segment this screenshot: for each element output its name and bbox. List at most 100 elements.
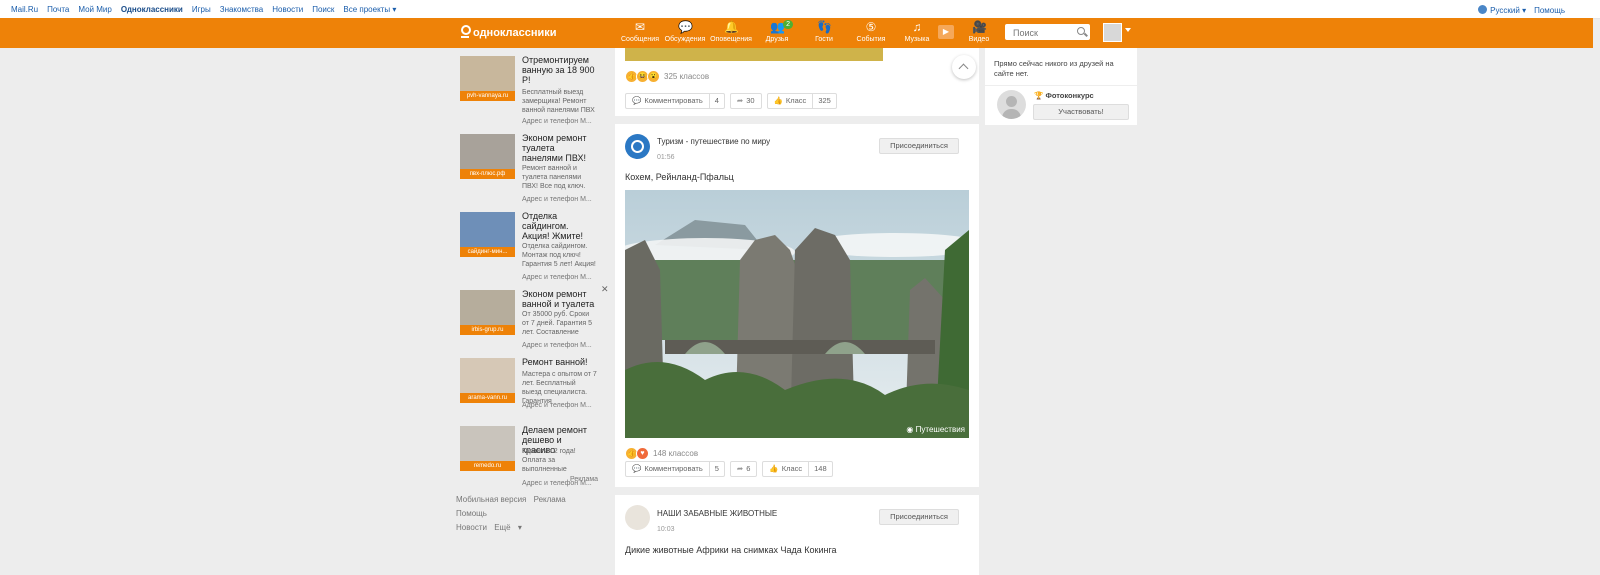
ad-text: От 35000 руб. Сроки от 7 дней. Гарантия … (522, 311, 593, 336)
ad-thumbnail[interactable]: remedo.ru (460, 426, 515, 471)
ad-item[interactable]: arama-vann.ru Ремонт ванной! Мастера с о… (460, 357, 600, 429)
ad-title[interactable]: Ремонт ванной! (522, 357, 597, 367)
portal-link-games[interactable]: Игры (192, 5, 211, 14)
share-arrow-icon: ➦ (736, 96, 744, 105)
comment-icon: 💬 (632, 96, 642, 105)
post-image[interactable] (625, 48, 883, 61)
portal-link-search[interactable]: Поиск (312, 5, 334, 14)
like-button[interactable]: 👍 Класс 148 (762, 461, 833, 477)
main-header: одноклассники ✉ Сообщения 💬 Обсуждения 🔔… (0, 18, 1593, 48)
portal-link-news[interactable]: Новости (272, 5, 303, 14)
portal-link-all-projects[interactable]: Все проекты ▾ (343, 5, 396, 14)
portal-link-myworld[interactable]: Мой Мир (78, 5, 111, 14)
love-reaction-icon: ♥ (636, 447, 649, 460)
footer-link-news[interactable]: Новости (456, 523, 487, 532)
photo-contest-link[interactable]: 🏆 Фотоконкурс (1034, 91, 1094, 100)
ad-item[interactable]: сайдинг-мин... Отделка сайдингом. Акция!… (460, 206, 600, 284)
chevron-down-icon: ▾ (392, 5, 397, 14)
nav-friends[interactable]: 👥 2 Друзья (755, 20, 799, 43)
post-time: 01:56 (657, 154, 675, 161)
reactions-summary[interactable]: 👍 😆 😮 325 классов (625, 70, 709, 83)
comment-button[interactable]: 💬 Комментировать 5 (625, 461, 725, 477)
user-avatar[interactable] (1103, 23, 1122, 42)
ad-contacts-link[interactable]: Адрес и телефон М... (522, 196, 592, 203)
ad-domain[interactable]: pvh-vannaya.ru (460, 91, 515, 101)
nav-discussions[interactable]: 💬 Обсуждения (663, 21, 707, 43)
ad-text: Ремонт ванной и туалета панелями ПВХ! Вс… (522, 165, 586, 190)
ad-contacts-link[interactable]: Адрес и телефон М... (522, 402, 592, 409)
like-button[interactable]: 👍 Класс 325 (766, 93, 837, 109)
like-count: 325 (812, 94, 836, 108)
footer-link-more[interactable]: Ещё ▾ (494, 523, 527, 532)
portal-link-mailru[interactable]: Mail.Ru (11, 5, 38, 14)
group-name[interactable]: Туризм - путешествие по миру (657, 137, 770, 146)
nav-video[interactable]: 🎥 Видео (957, 21, 1001, 43)
play-icon[interactable]: ▶ (938, 25, 954, 39)
ad-item[interactable]: pvh-vannaya.ru Отремонтируем ванную за 1… (460, 50, 600, 128)
join-button[interactable]: Присоединиться (879, 138, 959, 154)
help-link[interactable]: Помощь (1534, 6, 1565, 15)
post-image[interactable]: ◉ Путешествия (625, 190, 969, 438)
ad-domain[interactable]: remedo.ru (460, 461, 515, 471)
ad-domain[interactable]: сайдинг-мин... (460, 247, 515, 257)
scroll-to-top-button[interactable] (952, 55, 976, 79)
ad-title[interactable]: Отделка сайдингом. Акция! Жмите! (522, 211, 597, 241)
portal-link-dating[interactable]: Знакомства (220, 5, 264, 14)
envelope-icon: ✉ (634, 20, 646, 34)
ad-title[interactable]: Отремонтируем ванную за 18 900 Р! (522, 55, 597, 85)
share-button[interactable]: ➦ 6 (729, 461, 758, 477)
music-note-icon: ♫ (912, 20, 922, 34)
participate-button[interactable]: Участвовать! (1033, 104, 1129, 120)
ad-contacts-link[interactable]: Адрес и телефон М... (522, 342, 592, 349)
like-label: Класс (785, 96, 807, 105)
portal-bar: Mail.Ru Почта Мой Мир Одноклассники Игры… (0, 0, 1600, 19)
ad-contacts-link[interactable]: Адрес и телефон М... (522, 118, 592, 125)
ad-thumbnail[interactable]: pvh-vannaya.ru (460, 56, 515, 101)
join-button[interactable]: Присоединиться (879, 509, 959, 525)
chevron-down-icon[interactable] (1125, 28, 1131, 32)
friends-online-text: Прямо сейчас никого из друзей на сайте н… (994, 59, 1114, 78)
nav-guests[interactable]: 👣 Гости (802, 21, 846, 43)
language-selector[interactable]: Русский ▾ (1478, 5, 1526, 15)
ad-domain[interactable]: arama-vann.ru (460, 393, 515, 403)
nav-messages[interactable]: ✉ Сообщения (618, 21, 662, 43)
footer-link-mobile[interactable]: Мобильная версия (456, 495, 526, 504)
group-name[interactable]: НАШИ ЗАБАВНЫЕ ЖИВОТНЫЕ (657, 509, 777, 518)
portal-link-ok[interactable]: Одноклассники (121, 5, 183, 14)
portal-link-mail[interactable]: Почта (47, 5, 69, 14)
wow-reaction-icon: 😮 (647, 70, 660, 83)
group-avatar[interactable] (625, 505, 650, 530)
ad-title[interactable]: Эконом ремонт туалета панелями ПВХ! (522, 133, 597, 163)
ad-thumbnail[interactable]: пвх-плюс.рф (460, 134, 515, 179)
like-count: 148 (808, 462, 832, 476)
search-input[interactable] (1011, 25, 1080, 41)
ad-thumbnail[interactable]: irbis-grup.ru (460, 290, 515, 335)
nav-events[interactable]: ⑤ События (849, 21, 893, 43)
nav-music[interactable]: ♫ Музыка (895, 21, 939, 43)
nav-label: Сообщения (621, 36, 659, 43)
ad-domain[interactable]: irbis-grup.ru (460, 325, 515, 335)
ad-title[interactable]: Эконом ремонт ванной и туалета (522, 289, 597, 309)
classes-count: 325 классов (664, 72, 710, 81)
close-icon[interactable]: ✕ (601, 284, 609, 295)
ad-thumbnail[interactable]: сайдинг-мин... (460, 212, 515, 257)
comment-button[interactable]: 💬 Комментировать 4 (625, 93, 725, 109)
comment-count: 5 (708, 462, 724, 476)
group-avatar[interactable] (625, 134, 650, 159)
search-icon[interactable] (1077, 27, 1085, 35)
ad-thumbnail[interactable]: arama-vann.ru (460, 358, 515, 403)
ad-domain[interactable]: пвх-плюс.рф (460, 169, 515, 179)
trophy-icon: 🏆 (1034, 91, 1044, 100)
reactions-summary[interactable]: 👍 ♥ 148 классов (625, 447, 698, 460)
share-arrow-icon: ➦ (736, 464, 744, 473)
chevron-down-icon: ▾ (1522, 6, 1527, 15)
ok-logo[interactable]: одноклассники (460, 25, 557, 40)
ad-item[interactable]: ✕ irbis-grup.ru Эконом ремонт ванной и т… (460, 284, 609, 362)
avatar[interactable] (997, 90, 1026, 119)
footer-link-ads[interactable]: Реклама (534, 495, 566, 504)
footer-link-help[interactable]: Помощь (456, 509, 487, 518)
nav-notifications[interactable]: 🔔 Оповещения (709, 21, 753, 43)
share-button[interactable]: ➦ 30 (729, 93, 762, 109)
ad-item[interactable]: пвх-плюс.рф Эконом ремонт туалета панеля… (460, 128, 600, 206)
ad-contacts-link[interactable]: Адрес и телефон М... (522, 274, 592, 281)
